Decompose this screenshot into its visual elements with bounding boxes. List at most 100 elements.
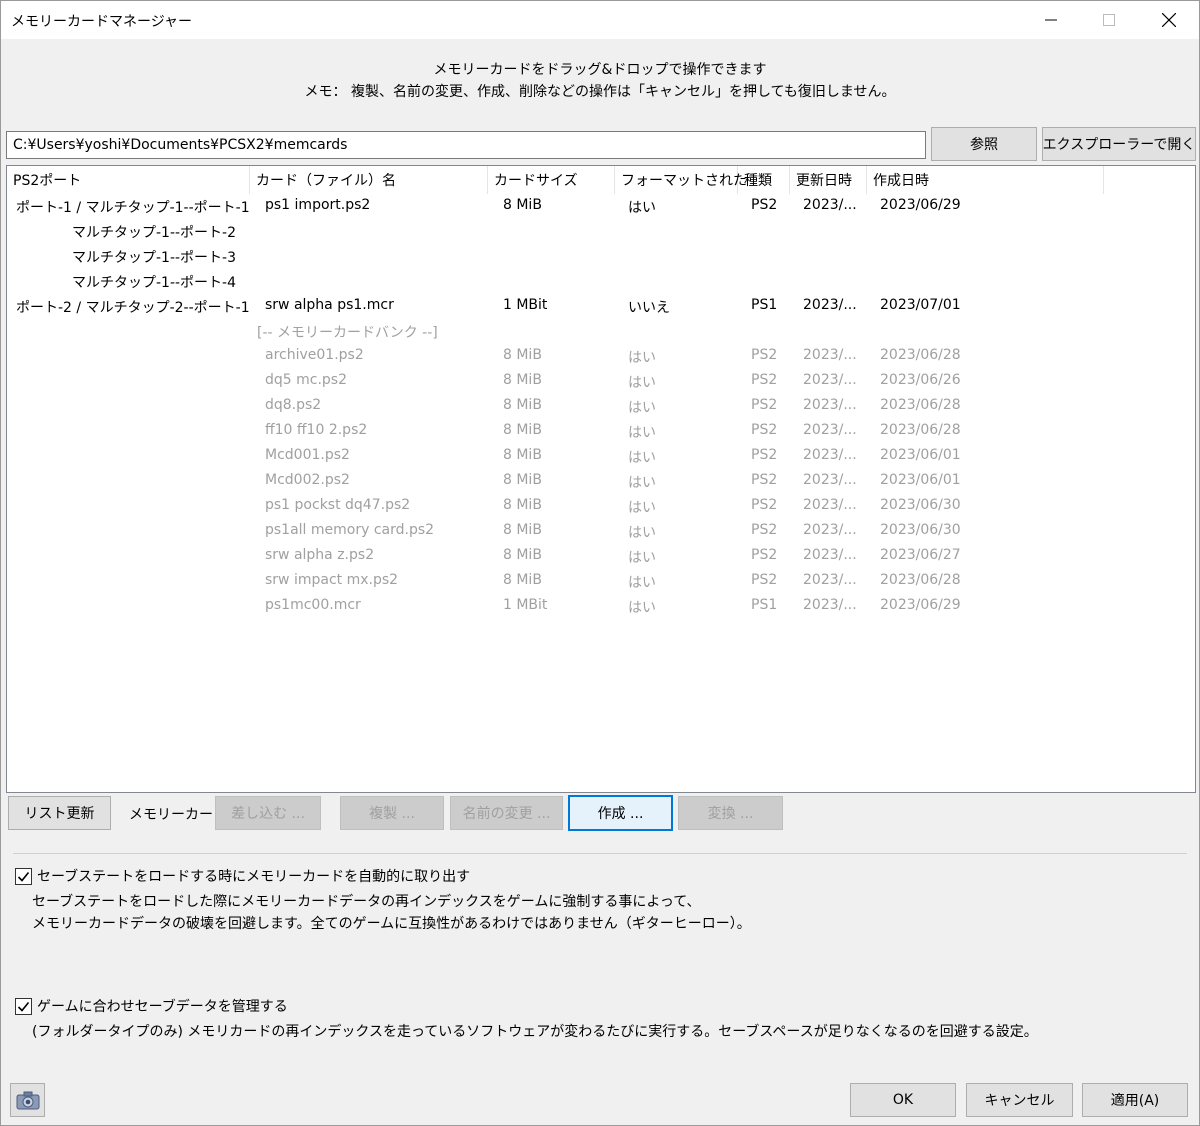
bank-card-row[interactable]: ff10 ff10 2.ps2 8 MiB はい PS2 2023/... 2023/06…: [7, 419, 1195, 444]
rename-button[interactable]: 名前の変更 ...: [450, 796, 563, 830]
type-cell: PS2: [751, 497, 778, 513]
column-header-modified[interactable]: 更新日時: [790, 166, 867, 194]
memcard-folder-path-input[interactable]: [6, 131, 926, 159]
duplicate-button[interactable]: 複製 ...: [340, 796, 444, 830]
formatted-cell: はい: [628, 400, 656, 416]
size-cell: 8 MiB: [503, 572, 542, 588]
refresh-list-button[interactable]: リスト更新: [8, 796, 111, 830]
name-cell: ff10 ff10 2.ps2: [265, 422, 368, 438]
auto-eject-description-line-2: メモリーカードデータの破壊を回避します。全てのゲームに互換性があるわけではありま…: [32, 916, 751, 932]
created-cell: 2023/06/30: [880, 497, 961, 513]
modified-cell: 2023/...: [803, 497, 857, 513]
size-cell: 8 MiB: [503, 547, 542, 563]
bank-card-row[interactable]: ps1mc00.mcr 1 MBit はい PS1 2023/... 2023/06/29: [7, 594, 1195, 619]
manage-saves-label[interactable]: ゲームに合わせセーブデータを管理する: [37, 996, 288, 1016]
column-header-type[interactable]: 種類: [738, 166, 790, 194]
type-cell: PS2: [751, 547, 778, 563]
formatted-cell: はい: [628, 575, 656, 591]
size-cell: 8 MiB: [503, 397, 542, 413]
cancel-button[interactable]: キャンセル: [966, 1083, 1073, 1117]
memory-card-bank-label: [-- メモリーカードバンク --]: [257, 325, 438, 341]
created-cell: 2023/07/01: [880, 297, 961, 313]
modified-cell: 2023/...: [803, 597, 857, 613]
close-button[interactable]: [1140, 1, 1198, 39]
app-icon-button[interactable]: [10, 1083, 45, 1117]
bank-card-row[interactable]: dq8.ps2 8 MiB はい PS2 2023/... 2023/06/28: [7, 394, 1195, 419]
port-row[interactable]: ポート-2 / マルチタップ-2--ポート-1 srw alpha ps1.mcr…: [7, 294, 1195, 319]
convert-button[interactable]: 変換 ...: [678, 796, 783, 830]
manage-saves-description: (フォルダータイプのみ) メモリカードの再インデックスを走っているソフトウェアが…: [32, 1024, 1038, 1040]
port-cell: マルチタップ-1--ポート-2: [72, 225, 237, 241]
bank-card-row[interactable]: archive01.ps2 8 MiB はい PS2 2023/... 2023/06/2…: [7, 344, 1195, 369]
name-cell: srw alpha z.ps2: [265, 547, 375, 563]
port-cell: ポート-1 / マルチタップ-1--ポート-1: [16, 200, 250, 216]
bank-card-row[interactable]: Mcd002.ps2 8 MiB はい PS2 2023/... 2023/06/01: [7, 469, 1195, 494]
column-header-created[interactable]: 作成日時: [867, 166, 1104, 194]
column-header-ps2-port[interactable]: PS2ポート: [7, 166, 250, 194]
minimize-button[interactable]: [1022, 1, 1080, 39]
size-cell: 8 MiB: [503, 422, 542, 438]
name-cell: ps1 pockst dq47.ps2: [265, 497, 411, 513]
size-cell: 8 MiB: [503, 447, 542, 463]
bank-card-row[interactable]: srw impact mx.ps2 8 MiB はい PS2 2023/... 2023/…: [7, 569, 1195, 594]
type-cell: PS1: [751, 297, 778, 313]
type-cell: PS2: [751, 522, 778, 538]
close-icon: [1162, 13, 1176, 27]
auto-eject-description-line-1: セーブステートをロードした際にメモリーカードデータの再インデックスをゲームに強制…: [32, 894, 701, 910]
insert-button[interactable]: 差し込む ...: [215, 796, 321, 830]
modified-cell: 2023/...: [803, 397, 857, 413]
formatted-cell: はい: [628, 525, 656, 541]
auto-eject-checkbox-box[interactable]: [15, 867, 32, 885]
bank-card-row[interactable]: Mcd001.ps2 8 MiB はい PS2 2023/... 2023/06/01: [7, 444, 1195, 469]
column-header-card-size[interactable]: カードサイズ: [488, 166, 615, 194]
auto-eject-checkbox[interactable]: セーブステートをロードする時にメモリーカードを自動的に取り出す: [15, 866, 470, 886]
open-in-explorer-button[interactable]: エクスプローラーで開く: [1042, 127, 1196, 161]
name-cell: dq5 mc.ps2: [265, 372, 348, 388]
port-cell: ポート-2 / マルチタップ-2--ポート-1: [16, 300, 250, 316]
created-cell: 2023/06/28: [880, 347, 961, 363]
port-row[interactable]: ポート-1 / マルチタップ-1--ポート-1 ps1 import.ps2 8 M…: [7, 194, 1195, 219]
type-cell: PS2: [751, 397, 778, 413]
formatted-cell: いいえ: [628, 300, 670, 316]
apply-button[interactable]: 適用(A): [1082, 1083, 1188, 1117]
bank-card-row[interactable]: ps1 pockst dq47.ps2 8 MiB はい PS2 2023/... 202…: [7, 494, 1195, 519]
auto-eject-label[interactable]: セーブステートをロードする時にメモリーカードを自動的に取り出す: [37, 866, 470, 886]
created-cell: 2023/06/29: [880, 197, 961, 213]
size-cell: 8 MiB: [503, 372, 542, 388]
name-cell: ps1mc00.mcr: [265, 597, 361, 613]
port-row[interactable]: マルチタップ-1--ポート-2: [7, 219, 1195, 244]
created-cell: 2023/06/27: [880, 547, 961, 563]
memory-card-list[interactable]: PS2ポート カード（ファイル）名 カードサイズ フォーマットされた 種類 更新…: [6, 165, 1196, 793]
manage-saves-checkbox[interactable]: ゲームに合わせセーブデータを管理する: [15, 996, 288, 1016]
formatted-cell: はい: [628, 350, 656, 366]
port-row[interactable]: マルチタップ-1--ポート-3: [7, 244, 1195, 269]
formatted-cell: はい: [628, 600, 656, 616]
created-cell: 2023/06/26: [880, 372, 961, 388]
bank-card-row[interactable]: srw alpha z.ps2 8 MiB はい PS2 2023/... 2023/06…: [7, 544, 1195, 569]
size-cell: 8 MiB: [503, 497, 542, 513]
port-row[interactable]: マルチタップ-1--ポート-4: [7, 269, 1195, 294]
type-cell: PS2: [751, 197, 778, 213]
type-cell: PS2: [751, 347, 778, 363]
modified-cell: 2023/...: [803, 447, 857, 463]
manage-saves-checkbox-box[interactable]: [15, 997, 32, 1015]
type-cell: PS2: [751, 572, 778, 588]
name-cell: Mcd002.ps2: [265, 472, 350, 488]
maximize-icon: [1103, 14, 1115, 26]
browse-button[interactable]: 参照: [931, 127, 1037, 161]
modified-cell: 2023/...: [803, 372, 857, 388]
ok-button[interactable]: OK: [850, 1083, 956, 1117]
bank-card-row[interactable]: ps1all memory card.ps2 8 MiB はい PS2 2023/...…: [7, 519, 1195, 544]
name-cell: archive01.ps2: [265, 347, 364, 363]
port-cell: マルチタップ-1--ポート-3: [72, 250, 237, 266]
formatted-cell: はい: [628, 375, 656, 391]
modified-cell: 2023/...: [803, 197, 857, 213]
column-header-card-name[interactable]: カード（ファイル）名: [250, 166, 488, 194]
modified-cell: 2023/...: [803, 347, 857, 363]
name-cell: dq8.ps2: [265, 397, 322, 413]
create-button[interactable]: 作成 ...: [568, 795, 673, 831]
column-header-formatted[interactable]: フォーマットされた: [615, 166, 747, 194]
modified-cell: 2023/...: [803, 547, 857, 563]
bank-card-row[interactable]: dq5 mc.ps2 8 MiB はい PS2 2023/... 2023/06/26: [7, 369, 1195, 394]
window-title: メモリーカードマネージャー: [11, 14, 193, 30]
